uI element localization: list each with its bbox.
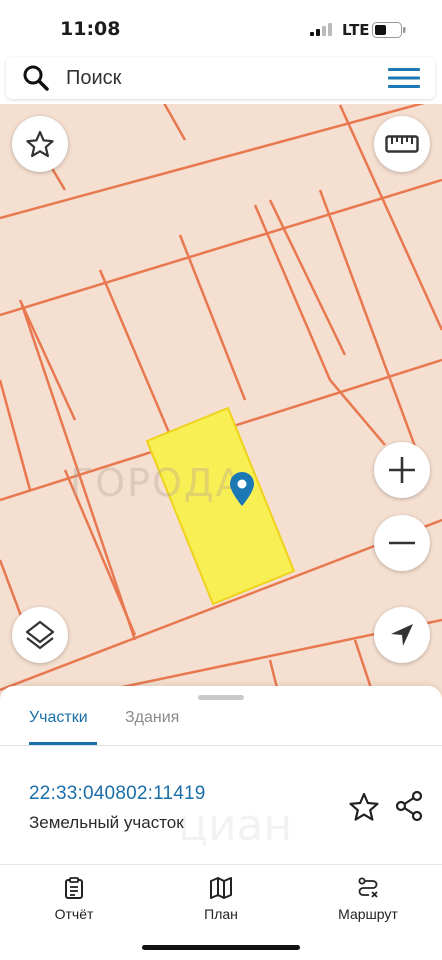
sheet-grabber[interactable] xyxy=(198,695,244,700)
search-icon[interactable] xyxy=(22,64,50,92)
nav-plan[interactable]: План xyxy=(171,877,271,922)
plot-type: Земельный участок xyxy=(29,813,184,832)
status-time: 11:08 xyxy=(60,18,121,40)
nav-report-label: Отчёт xyxy=(54,906,94,922)
star-icon[interactable] xyxy=(348,791,380,823)
measure-button[interactable] xyxy=(374,116,430,172)
home-indicator[interactable] xyxy=(142,945,300,950)
menu-icon[interactable] xyxy=(388,66,420,90)
navigation-arrow-icon xyxy=(391,624,413,646)
plus-icon xyxy=(389,457,415,483)
zoom-out-button[interactable] xyxy=(374,515,430,571)
map-plan-icon xyxy=(210,877,232,899)
layers-button[interactable] xyxy=(12,607,68,663)
nav-report[interactable]: Отчёт xyxy=(24,877,124,922)
tabs-divider xyxy=(0,745,442,746)
cadastral-number[interactable]: 22:33:040802:11419 xyxy=(29,783,206,805)
search-bar[interactable]: Поиск xyxy=(6,57,435,99)
battery-icon xyxy=(372,22,406,38)
nav-route[interactable]: Маршрут xyxy=(318,877,418,922)
ruler-icon xyxy=(385,135,419,153)
nav-route-label: Маршрут xyxy=(338,906,398,922)
cadastral-map[interactable]: ГОРОДА xyxy=(0,104,442,704)
tab-buildings[interactable]: Здания xyxy=(125,709,179,727)
signal-icon xyxy=(310,23,332,36)
zoom-in-button[interactable] xyxy=(374,442,430,498)
favorite-button[interactable] xyxy=(12,116,68,172)
parcel-boundaries xyxy=(0,104,442,702)
star-icon xyxy=(26,130,54,158)
nav-plan-label: План xyxy=(204,906,238,922)
selected-plot xyxy=(145,406,296,606)
plot-info-sheet[interactable]: Участки Здания циан 22:33:040802:11419 З… xyxy=(0,686,442,866)
tab-plots[interactable]: Участки xyxy=(29,709,88,727)
sheet-watermark: циан xyxy=(178,800,293,851)
map-watermark: ГОРОДА xyxy=(70,461,244,505)
network-type: LTE xyxy=(342,21,370,39)
search-input[interactable]: Поиск xyxy=(66,67,121,90)
minus-icon xyxy=(389,541,415,545)
status-bar: 11:08 LTE xyxy=(0,0,442,56)
report-icon xyxy=(65,877,83,899)
location-marker-icon[interactable] xyxy=(229,471,255,507)
share-icon[interactable] xyxy=(394,790,424,822)
locate-button[interactable] xyxy=(374,607,430,663)
route-icon xyxy=(358,877,378,898)
layers-icon xyxy=(25,620,55,650)
